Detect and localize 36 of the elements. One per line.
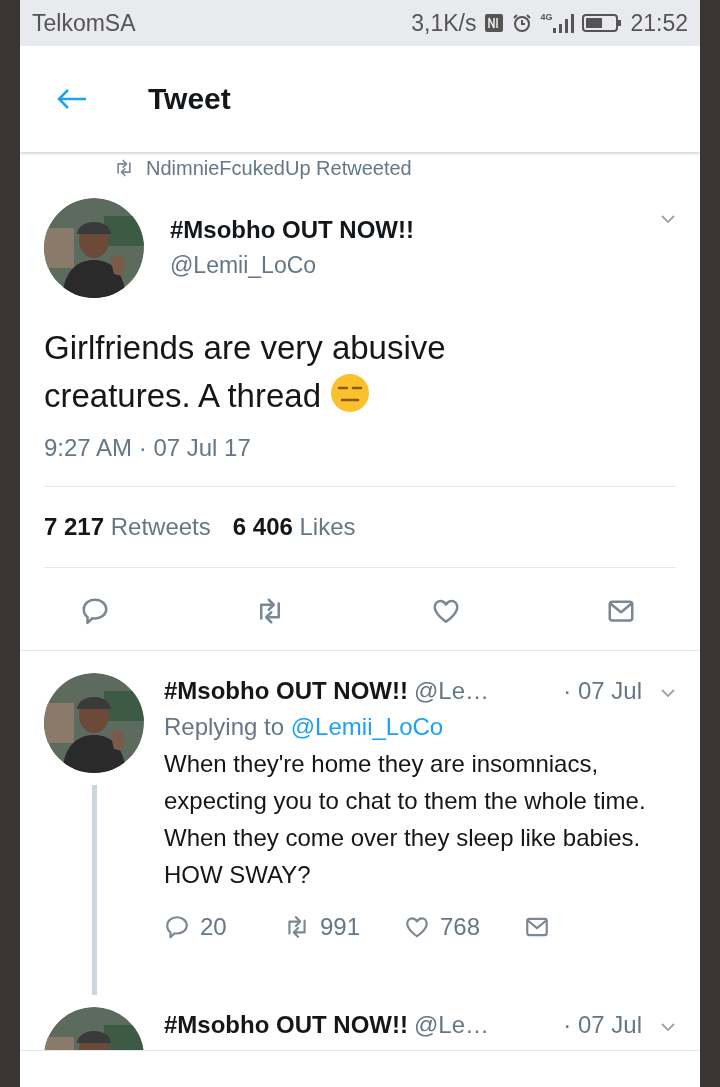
reply-icon[interactable] xyxy=(164,914,190,940)
action-count: 768 xyxy=(440,913,481,941)
display-name[interactable]: #Msobho OUT NOW!! xyxy=(170,216,660,244)
battery-icon xyxy=(582,13,623,33)
heart-icon[interactable] xyxy=(404,914,430,940)
user-handle[interactable]: @Le… xyxy=(413,677,490,705)
stat-link[interactable]: 7 217 Retweets xyxy=(44,513,211,541)
clock: 21:52 xyxy=(630,9,688,37)
chevron-down-icon[interactable] xyxy=(660,688,676,698)
display-name[interactable]: #Msobho OUT NOW!! xyxy=(164,677,408,705)
stat-link[interactable]: 6 406 Likes xyxy=(232,513,356,541)
alarm-clock-icon xyxy=(512,13,533,33)
tweet-text: Girlfriends are very abusive creatures. A thread xyxy=(44,328,447,416)
reply-icon[interactable] xyxy=(80,596,110,626)
nfc-icon xyxy=(484,13,505,33)
timestamp: 9:27 AM · 07 Jul 17 xyxy=(44,434,676,487)
network-speed: 3,1K/s xyxy=(411,9,477,37)
tweet-date: · 07 Jul xyxy=(563,677,642,705)
retweet-notice: NdimnieFcukedUp Retweeted xyxy=(146,158,412,178)
replying-to: Replying to @Lemii_LoCo xyxy=(164,713,445,741)
expressionless-face-icon xyxy=(330,373,371,413)
chevron-down-icon[interactable] xyxy=(660,214,676,224)
user-handle[interactable]: @Lemii_LoCo xyxy=(170,252,660,279)
reply-text: When they're home they are insomniacs, expecting you to chat to them the whole time. When they come over they sleep like babies. HOW SWAY? xyxy=(164,749,647,890)
page-title: Tweet xyxy=(148,82,231,116)
display-name[interactable]: #Msobho OUT NOW!! xyxy=(164,1011,408,1039)
action-count: 991 xyxy=(320,913,361,941)
user-handle[interactable]: @Le… xyxy=(413,1011,490,1039)
signal-icon xyxy=(552,12,575,34)
carrier-name: TelkomSA xyxy=(32,9,136,37)
retweet-icon xyxy=(114,158,134,178)
back-arrow-icon[interactable] xyxy=(56,87,88,111)
chevron-down-icon[interactable] xyxy=(660,1022,676,1032)
network-type: 4G xyxy=(540,12,553,22)
tweet-date: · 07 Jul xyxy=(563,1011,642,1039)
action-count: 20 xyxy=(200,913,227,941)
